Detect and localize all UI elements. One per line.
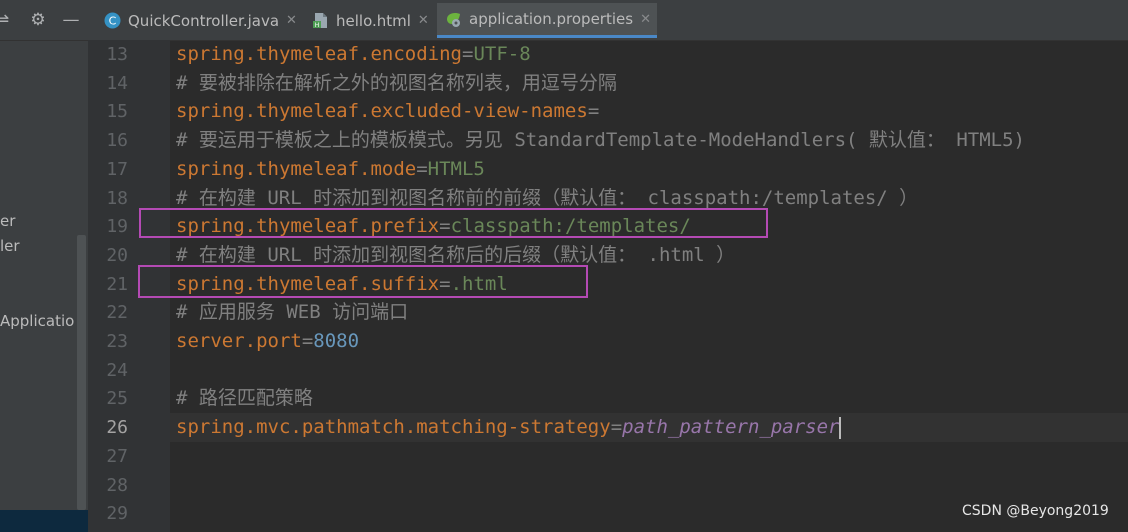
line-number: 18 <box>106 188 128 209</box>
line-number: 27 <box>106 446 128 467</box>
comment-text: # 要运用于模板之上的模板模式。另见 StandardTemplate-Mode… <box>176 129 1025 151</box>
line-number: 24 <box>106 360 128 381</box>
sidebar-item[interactable]: Applicatio <box>0 312 74 330</box>
tab-application-properties[interactable]: application.properties ✕ <box>437 3 657 38</box>
comment-text: # 路径匹配策略 <box>176 387 313 409</box>
code-line[interactable]: spring.thymeleaf.encoding=UTF-8 <box>176 40 531 69</box>
text-caret <box>839 416 842 439</box>
project-sidebar: er ler Applicatio <box>0 0 88 532</box>
property-key: spring.thymeleaf.mode <box>176 158 417 180</box>
close-icon[interactable]: ✕ <box>418 13 429 28</box>
comment-text: # 要被排除在解析之外的视图名称列表，用逗号分隔 <box>176 72 617 94</box>
code-line[interactable]: # 应用服务 WEB 访问端口 <box>176 298 408 327</box>
java-class-icon: C <box>104 12 121 29</box>
property-value: HTML5 <box>427 158 485 180</box>
svg-text:H: H <box>315 22 320 29</box>
line-number: 16 <box>106 130 128 151</box>
line-number: 20 <box>106 245 128 266</box>
tab-label: QuickController.java <box>128 11 280 30</box>
gear-icon[interactable]: ⚙ <box>28 10 48 30</box>
line-number: 28 <box>106 475 128 496</box>
code-line[interactable]: # 路径匹配策略 <box>176 384 313 413</box>
code-line[interactable]: # 要被排除在解析之外的视图名称列表，用逗号分隔 <box>176 69 617 98</box>
code-line[interactable]: spring.thymeleaf.mode=HTML5 <box>176 155 485 184</box>
tab-hello-html[interactable]: H hello.html ✕ <box>304 3 432 38</box>
html-file-icon: H <box>313 13 327 29</box>
property-value: 8080 <box>313 330 360 352</box>
svg-text:C: C <box>109 15 117 28</box>
watermark: CSDN @Beyong2019 <box>962 503 1109 519</box>
property-value: UTF-8 <box>473 43 531 65</box>
line-number: 26 <box>106 417 128 438</box>
equals-sign: = <box>301 330 314 352</box>
line-number: 14 <box>106 73 128 94</box>
line-number: 23 <box>106 331 128 352</box>
annotation-box-prefix <box>139 208 768 238</box>
line-number: 19 <box>106 216 128 237</box>
equals-sign: = <box>587 100 600 122</box>
line-number: 22 <box>106 302 128 323</box>
code-line[interactable]: # 要运用于模板之上的模板模式。另见 StandardTemplate-Mode… <box>176 126 1025 155</box>
equals-sign: = <box>461 43 474 65</box>
code-line[interactable]: server.port=8080 <box>176 327 359 356</box>
line-number: 17 <box>106 159 128 180</box>
tab-quickcontroller[interactable]: C QuickController.java ✕ <box>96 3 302 38</box>
line-number: 15 <box>106 101 128 122</box>
comment-text: # 在构建 URL 时添加到视图名称前的前缀（默认值： classpath:/t… <box>176 187 919 209</box>
comment-text: # 在构建 URL 时添加到视图名称后的后缀（默认值： .html ） <box>176 244 736 266</box>
line-number: 13 <box>106 44 128 65</box>
minimize-icon[interactable]: — <box>61 10 81 30</box>
close-icon[interactable]: ✕ <box>286 13 297 28</box>
line-number: 29 <box>106 503 128 524</box>
equals-sign: = <box>610 416 623 438</box>
tab-label: hello.html <box>336 11 411 30</box>
close-icon[interactable]: ✕ <box>640 12 651 27</box>
code-line[interactable]: spring.thymeleaf.excluded-view-names= <box>176 97 599 126</box>
line-number: 21 <box>106 274 128 295</box>
sidebar-item[interactable]: er <box>0 212 15 230</box>
property-key: server.port <box>176 330 302 352</box>
sidebar-item[interactable]: ler <box>0 237 20 255</box>
code-line[interactable]: spring.mvc.pathmatch.matching-strategy=p… <box>176 413 842 442</box>
spring-properties-icon <box>447 12 460 27</box>
comment-text: # 应用服务 WEB 访问端口 <box>176 301 409 323</box>
equals-sign: = <box>416 158 428 180</box>
property-value: path_pattern_parser <box>622 416 840 438</box>
property-key: spring.thymeleaf.excluded-view-names <box>176 100 588 122</box>
sidebar-selection-strip <box>0 510 88 532</box>
property-key: spring.mvc.pathmatch.matching-strategy <box>176 416 611 438</box>
editor-tab-bar: ⇌ ⚙ — C QuickController.java ✕ H hello.h… <box>0 0 1128 41</box>
annotation-box-suffix <box>138 265 588 298</box>
property-key: spring.thymeleaf.encoding <box>176 43 462 65</box>
line-number: 25 <box>106 388 128 409</box>
collapse-icon[interactable]: ⇌ <box>0 10 12 30</box>
sidebar-scrollbar[interactable] <box>77 235 86 510</box>
tab-label: application.properties <box>469 10 634 28</box>
